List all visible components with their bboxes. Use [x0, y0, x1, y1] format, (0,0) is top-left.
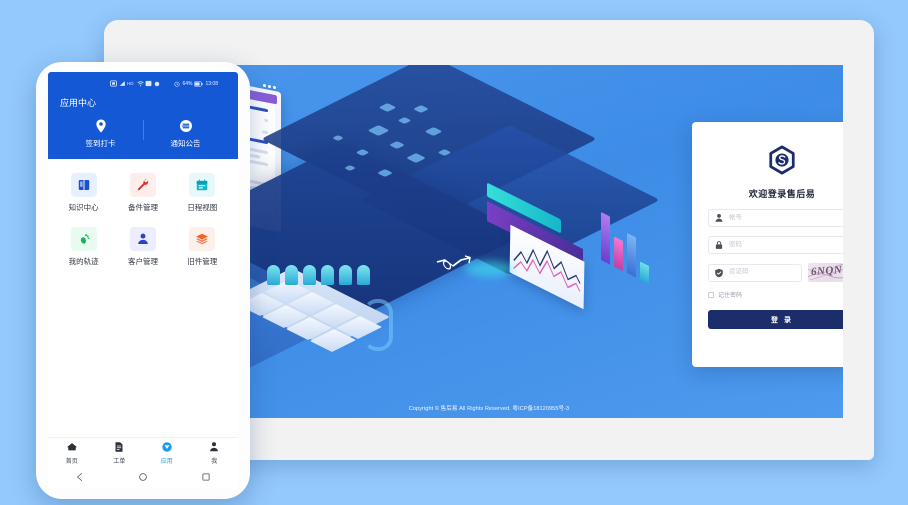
phone-statusbar: HD 64% 13:08: [58, 78, 228, 89]
app-icon-wrap: [129, 227, 156, 251]
login-title: 欢迎登录售后易: [748, 189, 816, 199]
quick-action-label: 签到打卡: [85, 139, 116, 148]
user-icon: [715, 214, 723, 222]
sim-icon: [110, 80, 117, 87]
home-icon: [67, 442, 77, 450]
shouhouyi-hexagon-s-logo: [708, 145, 843, 175]
app-used-parts[interactable]: 旧件管理: [173, 227, 232, 267]
quick-action-checkin[interactable]: 签到打卡: [58, 118, 143, 149]
app-knowledge-center[interactable]: 知识中心: [54, 173, 113, 213]
tab-profile[interactable]: 我: [191, 441, 239, 465]
quick-action-notice[interactable]: 通知公告: [143, 118, 228, 149]
remember-label: 记住密码: [718, 293, 743, 299]
statusbar-right-icons: 64% 13:08: [174, 81, 218, 87]
lock-icon: [715, 241, 723, 249]
calendar-icon: [197, 179, 208, 191]
clock-text: 13:08: [205, 80, 218, 87]
recents-square-icon[interactable]: [201, 469, 211, 487]
remember-password-checkbox[interactable]: 记住密码: [708, 290, 843, 299]
app-icon-wrap: [129, 173, 156, 197]
megaphone-icon: [179, 120, 192, 132]
quick-actions: 签到打卡 通知公告: [58, 118, 228, 159]
captcha-row: 验证码 6NQN: [708, 263, 843, 282]
android-navbar: [48, 467, 238, 489]
app-icon-wrap: [70, 173, 97, 197]
phone-screen: HD 64% 13:08 应用中心 签到打卡 通知公告 知识中心 备件管理 日程…: [48, 72, 238, 489]
phone-page-title: 应用中心: [60, 98, 97, 108]
captcha-image[interactable]: 6NQN: [808, 263, 843, 282]
dot-icon: [154, 81, 159, 86]
tab-label: 我: [211, 458, 218, 465]
profile-icon: [210, 441, 219, 451]
tab-home[interactable]: 首页: [48, 441, 96, 465]
tab-label: 首页: [65, 458, 78, 465]
app-icon-wrap: [189, 227, 216, 251]
captcha-field[interactable]: 验证码: [708, 263, 802, 282]
password-field[interactable]: 密码: [708, 236, 843, 254]
app-label: 客户管理: [127, 257, 158, 266]
illus-pipe: [363, 299, 393, 351]
app-customer-management[interactable]: 客户管理: [113, 227, 172, 267]
alarm-icon: [174, 81, 181, 87]
account-placeholder: 帐号: [729, 213, 742, 221]
statusbar-left-icons: HD: [110, 80, 160, 87]
app-label: 备件管理: [127, 203, 158, 212]
app-schedule-view[interactable]: 日程视图: [173, 173, 232, 213]
person-icon: [138, 233, 148, 244]
phone-header: HD 64% 13:08 应用中心 签到打卡 通知公告: [48, 72, 238, 159]
apps-badge-icon: [162, 441, 172, 452]
app-spare-parts[interactable]: 备件管理: [113, 173, 172, 213]
tab-apps[interactable]: 应用: [143, 441, 191, 465]
layers-icon: [196, 233, 209, 245]
phone-tabbar: 首页 工单 应用 我: [48, 437, 238, 467]
password-placeholder: 密码: [729, 240, 742, 248]
battery-percent: 64%: [182, 80, 193, 87]
captcha-placeholder: 验证码: [729, 268, 749, 276]
home-circle-icon[interactable]: [138, 469, 148, 487]
app-icon-wrap: [70, 227, 97, 251]
back-triangle-icon[interactable]: [75, 469, 85, 487]
login-submit-button[interactable]: 登 录: [708, 310, 843, 329]
app-row: 我的轨迹 客户管理 旧件管理: [54, 227, 232, 281]
signal-icon: [119, 81, 125, 86]
app-grid: 知识中心 备件管理 日程视图 我的轨迹 客户管理 旧件管理: [48, 159, 238, 281]
quick-action-label: 通知公告: [170, 139, 201, 148]
tab-label: 工单: [113, 458, 126, 465]
wifi-icon: [136, 81, 144, 87]
hd-icon: HD: [127, 81, 134, 86]
app-label: 日程视图: [187, 203, 218, 212]
book-icon: [78, 180, 89, 190]
account-field[interactable]: 帐号: [708, 209, 843, 227]
checkbox-box[interactable]: [708, 291, 714, 298]
footprints-icon: [80, 234, 89, 244]
bluetooth-icon: [145, 80, 152, 87]
wrench-icon: [137, 178, 149, 191]
captcha-text: 6NQN: [810, 263, 843, 279]
app-row: 知识中心 备件管理 日程视图: [54, 173, 232, 227]
app-label: 我的轨迹: [68, 257, 99, 266]
location-pin-icon: [95, 119, 106, 133]
login-card: 欢迎登录售后易 帐号 密码 验证码 6NQN 记住密码 登 录: [692, 122, 843, 367]
app-my-track[interactable]: 我的轨迹: [54, 227, 113, 267]
document-icon: [115, 441, 123, 452]
tab-workorder[interactable]: 工单: [96, 441, 144, 465]
illus-rack-fans: [267, 265, 370, 285]
svg-text:HD: HD: [127, 81, 134, 86]
app-label: 旧件管理: [187, 257, 218, 266]
phone-device-mockup: HD 64% 13:08 应用中心 签到打卡 通知公告 知识中心 备件管理 日程…: [36, 62, 250, 499]
shield-check-icon: [715, 268, 723, 277]
battery-icon: [194, 81, 204, 86]
app-icon-wrap: [189, 173, 216, 197]
tab-label: 应用: [160, 458, 173, 465]
app-label: 知识中心: [68, 203, 99, 212]
logo-svg: [769, 145, 795, 175]
